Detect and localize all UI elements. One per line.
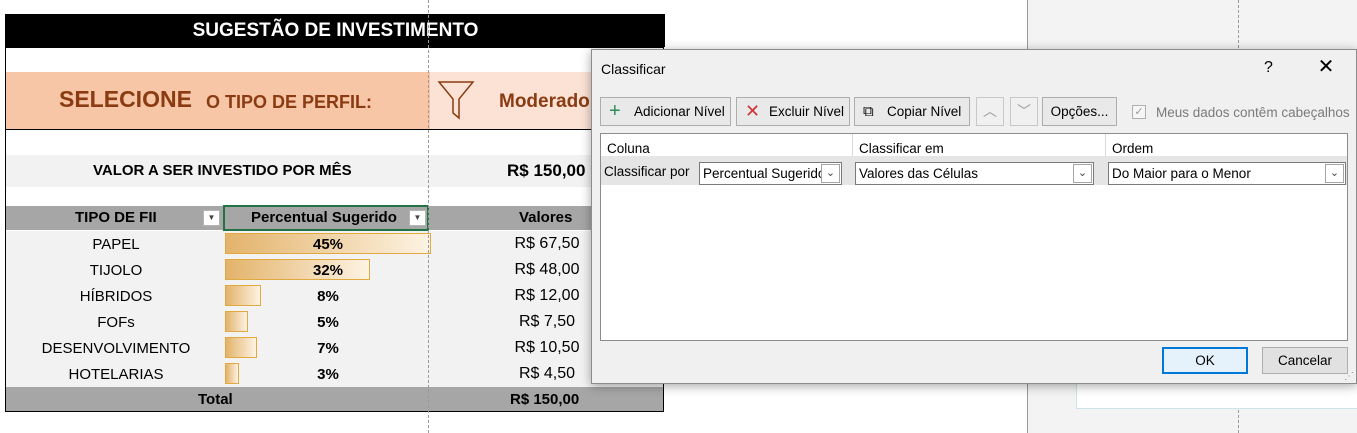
help-button[interactable]: ?	[1264, 59, 1273, 77]
chevron-down-icon: ﹀	[1017, 103, 1031, 119]
sort-on-select[interactable]: Valores das Células ⌄	[855, 162, 1094, 185]
plus-icon: +	[609, 100, 621, 122]
column-divider	[852, 134, 853, 156]
column-header-classificar-em: Classificar em	[859, 141, 944, 156]
copy-level-button[interactable]: ⧉ Copiar Nível	[854, 97, 970, 126]
sort-order-select[interactable]: Do Maior para o Menor ⌄	[1108, 162, 1346, 185]
column-header-coluna: Coluna	[607, 141, 650, 156]
column-header-ordem: Ordem	[1112, 141, 1154, 156]
chevron-down-icon[interactable]: ⌄	[1073, 164, 1092, 183]
headers-checkbox-label: Meus dados contêm cabeçalhos	[1156, 105, 1350, 120]
headers-checkbox[interactable]: ✓	[1132, 105, 1146, 119]
move-down-button[interactable]: ﹀	[1010, 97, 1038, 126]
sort-column-select[interactable]: Percentual Sugerido ⌄	[699, 162, 842, 185]
sort-dialog: Classificar ? ✕ + Adicionar Nível ✕ Excl…	[591, 49, 1357, 384]
chevron-down-icon[interactable]: ⌄	[821, 164, 840, 183]
column-divider	[1105, 134, 1106, 156]
resize-grip-icon[interactable]: ⋰	[1344, 371, 1354, 382]
close-icon[interactable]: ✕	[1315, 56, 1337, 78]
copy-icon: ⧉	[863, 103, 874, 120]
cancel-button[interactable]: Cancelar	[1262, 347, 1348, 374]
chevron-down-icon[interactable]: ⌄	[1325, 164, 1344, 183]
ok-button[interactable]: OK	[1162, 347, 1248, 374]
options-button[interactable]: Opções...	[1042, 97, 1117, 126]
sheet-border	[5, 14, 664, 412]
move-up-button[interactable]: ︿	[976, 97, 1004, 126]
delete-x-icon: ✕	[745, 101, 761, 121]
page-break-line	[428, 0, 429, 433]
chevron-up-icon: ︿	[983, 103, 997, 119]
delete-level-button[interactable]: ✕ Excluir Nível	[736, 97, 850, 126]
dialog-title: Classificar	[601, 61, 666, 77]
sort-by-label: Classificar por	[604, 164, 690, 179]
add-level-button[interactable]: + Adicionar Nível	[600, 97, 731, 126]
